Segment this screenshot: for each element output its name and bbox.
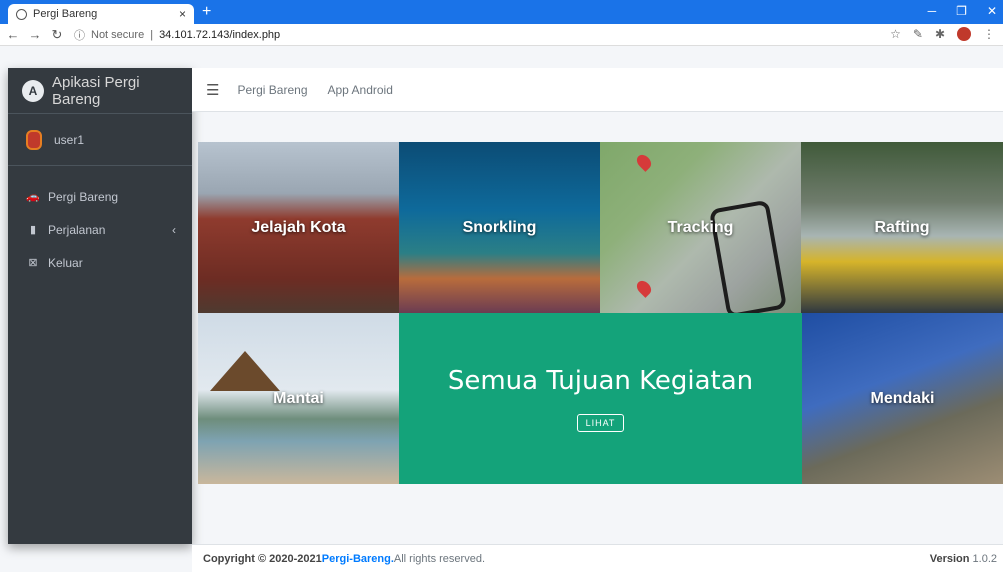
hamburger-icon[interactable]: ☰ xyxy=(206,81,219,99)
brand-text: Apikasi Pergi Bareng xyxy=(51,73,140,108)
rights-text: All rights reserved. xyxy=(393,552,485,565)
close-window-icon[interactable]: ✕ xyxy=(987,4,997,18)
tile-jelajah-kota[interactable]: Jelajah Kota xyxy=(198,142,399,313)
tile-label: Rafting xyxy=(874,218,930,236)
extension-icons: ☆ ✎ ✱ ⋮ xyxy=(890,27,995,41)
beach-hut-icon xyxy=(210,351,280,391)
extension-icon[interactable]: ✎ xyxy=(913,27,923,41)
nav-link-pergi-bareng[interactable]: Pergi Bareng xyxy=(237,83,307,97)
chevron-left-icon: ‹ xyxy=(172,222,176,237)
top-navbar: ☰ Pergi Bareng App Android xyxy=(192,68,1003,112)
tile-label: Mendaki xyxy=(870,389,935,407)
version-value: 1.0.2 xyxy=(969,552,997,565)
footer: Copyright © 2020-2021 Pergi-Bareng. All … xyxy=(192,544,1003,572)
sidebar-menu: 🚗 Pergi Bareng ▮ Perjalanan ‹ ⊠ Keluar xyxy=(8,180,192,279)
security-label: Not secure xyxy=(91,28,145,41)
car-icon: 🚗 xyxy=(26,191,40,203)
sidebar-item-pergi-bareng[interactable]: 🚗 Pergi Bareng xyxy=(8,180,192,213)
phone-icon xyxy=(708,199,788,313)
profile-avatar[interactable] xyxy=(957,27,971,41)
restore-icon[interactable]: ❐ xyxy=(956,4,967,18)
tile-semua-tujuan[interactable]: Semua Tujuan Kegiatan LIHAT xyxy=(399,313,802,484)
sidebar-item-label: Perjalanan xyxy=(48,222,106,237)
tile-tracking[interactable]: Tracking xyxy=(600,142,801,313)
new-tab-button[interactable]: + xyxy=(202,3,211,21)
sidebar-item-label: Keluar xyxy=(48,255,83,270)
sidebar-item-keluar[interactable]: ⊠ Keluar xyxy=(8,246,192,279)
tile-label: Mantai xyxy=(273,389,324,407)
activity-grid: Jelajah Kota Snorkling Tracking Rafting … xyxy=(198,142,1003,484)
tile-rafting[interactable]: Rafting xyxy=(801,142,1003,313)
browser-tab-strip: Pergi Bareng × + ─ ❐ ✕ xyxy=(0,0,1003,24)
version-label: Version xyxy=(929,552,970,565)
lihat-button[interactable]: LIHAT xyxy=(576,413,625,432)
tile-label: Snorkling xyxy=(462,218,537,236)
avatar xyxy=(26,129,42,150)
user-panel[interactable]: user1 xyxy=(8,114,192,166)
sidebar-item-label: Pergi Bareng xyxy=(48,189,119,204)
tile-mantai[interactable]: Mantai xyxy=(198,313,399,484)
minimize-icon[interactable]: ─ xyxy=(928,4,937,18)
semua-title: Semua Tujuan Kegiatan xyxy=(447,365,754,396)
brand[interactable]: A Apikasi Pergi Bareng xyxy=(8,68,192,114)
reload-icon[interactable]: ↻ xyxy=(48,27,66,43)
brand-logo: A xyxy=(22,79,44,102)
map-pin-icon xyxy=(634,152,654,172)
close-tab-icon[interactable]: × xyxy=(179,7,186,21)
footer-brand-link[interactable]: Pergi-Bareng. xyxy=(322,553,394,565)
globe-icon xyxy=(16,8,27,20)
version-info: Version 1.0.2 xyxy=(930,553,997,565)
sidebar: A Apikasi Pergi Bareng user1 🚗 Pergi Bar… xyxy=(8,68,192,544)
tile-label: Tracking xyxy=(667,218,734,236)
copyright-text: Copyright © 2020-2021 xyxy=(203,552,322,565)
menu-dots-icon[interactable]: ⋮ xyxy=(983,27,995,41)
tile-label: Jelajah Kota xyxy=(251,218,346,236)
tile-snorkling[interactable]: Snorkling xyxy=(399,142,600,313)
sidebar-item-perjalanan[interactable]: ▮ Perjalanan ‹ xyxy=(8,213,192,246)
info-icon[interactable]: ⓘ xyxy=(74,27,85,43)
window-controls: ─ ❐ ✕ xyxy=(928,4,997,18)
browser-tab[interactable]: Pergi Bareng × xyxy=(8,4,194,24)
url-text: 34.101.72.143/index.php xyxy=(159,28,281,41)
address-bar: ← → ↻ ⓘ Not secure | 34.101.72.143/index… xyxy=(0,24,1003,46)
copy-icon: ▮ xyxy=(29,224,37,236)
back-icon[interactable]: ← xyxy=(4,27,22,42)
star-icon[interactable]: ☆ xyxy=(890,27,901,41)
tab-title: Pergi Bareng xyxy=(33,8,98,20)
map-pin-icon xyxy=(634,278,654,298)
puzzle-icon[interactable]: ✱ xyxy=(935,27,945,41)
tile-mendaki[interactable]: Mendaki xyxy=(802,313,1003,484)
close-square-icon: ⊠ xyxy=(28,257,38,269)
user-name: user1 xyxy=(54,132,85,147)
url-field[interactable]: ⓘ Not secure | 34.101.72.143/index.php xyxy=(74,27,280,43)
forward-icon[interactable]: → xyxy=(26,27,44,42)
nav-link-app-android[interactable]: App Android xyxy=(328,83,393,97)
